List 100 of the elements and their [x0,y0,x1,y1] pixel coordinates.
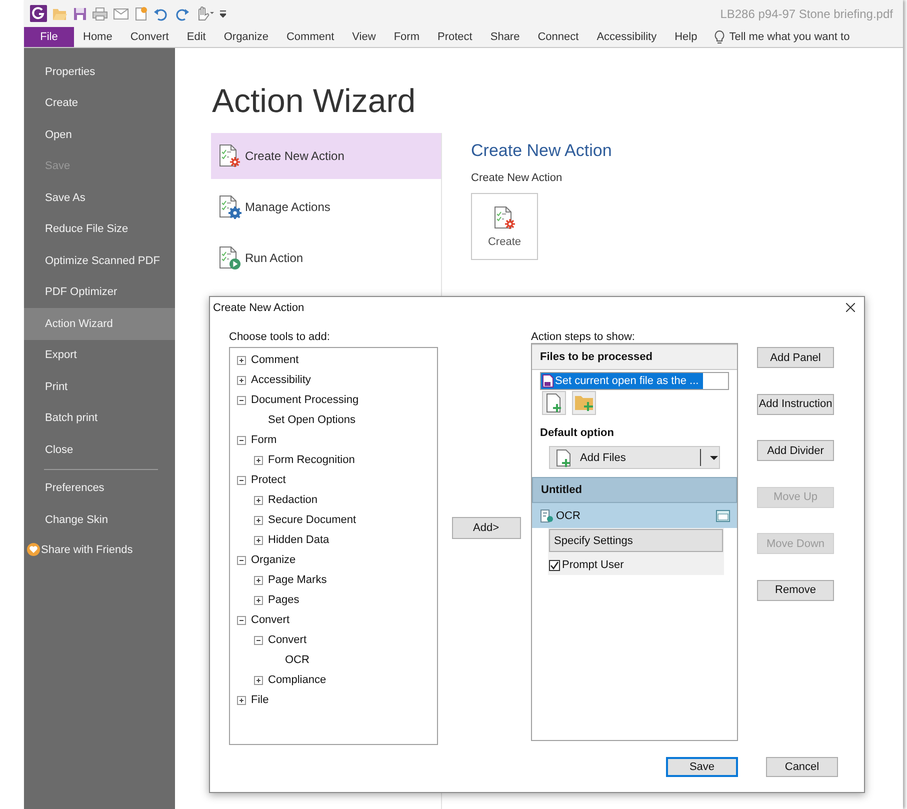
sidebar-item[interactable]: Preferences [24,472,175,504]
checkbox-label: Prompt User [562,559,624,571]
sidebar-item[interactable]: PDF Optimizer [24,276,175,308]
dialog-button[interactable]: Cancel [766,757,838,777]
file-field[interactable]: Set current open file as the ... [540,372,729,390]
sidebar-item[interactable]: Print [24,371,175,402]
search-field[interactable]: Tell me what you want to [729,31,864,43]
expand-icon[interactable] [254,676,263,684]
side-button[interactable]: Remove [757,580,834,600]
menu-tab[interactable]: Accessibility [588,27,666,47]
create-button[interactable]: Create [471,193,538,260]
close-icon [846,303,854,312]
sidebar-item[interactable]: Save As [24,182,175,214]
add-folder-button[interactable] [572,391,596,415]
action-item[interactable]: Manage Actions [211,184,441,230]
sidebar-item[interactable]: Open [24,119,175,150]
new-document-icon[interactable] [134,6,148,21]
tree-item[interactable]: Page Marks [268,574,327,586]
menu-tab[interactable]: Form [384,27,428,47]
panel-header[interactable]: Files to be processed [532,344,737,370]
redo-icon[interactable] [174,6,190,20]
expand-icon[interactable] [254,456,263,464]
tree-item[interactable]: File [251,694,269,706]
undo-icon[interactable] [153,6,169,20]
checkbox[interactable] [549,560,560,570]
menu-tab[interactable]: Protect [428,27,482,47]
sidebar-item[interactable]: Change Skin [24,504,175,536]
tree-item[interactable]: Hidden Data [268,534,330,546]
sidebar-item[interactable]: Close [24,434,175,466]
menu-tab[interactable]: Home [74,27,122,47]
collapse-icon[interactable] [237,616,246,624]
customize-caret-icon[interactable] [220,8,226,18]
collapse-icon[interactable] [237,396,246,404]
app-logo-icon [30,5,47,22]
collapse-icon[interactable] [254,636,263,644]
tree-item[interactable]: Document Processing [251,394,359,406]
add-files-dropdown[interactable]: Add Files [549,446,720,469]
tree-item[interactable]: Comment [251,354,299,366]
heart-icon [27,543,40,556]
expand-icon[interactable] [237,356,246,364]
dialog-button[interactable]: Save [666,757,738,777]
sidebar-item[interactable]: Export [24,340,175,371]
tree-item[interactable]: Redaction [268,494,318,506]
menu-tab[interactable]: Edit [178,27,215,47]
expand-icon[interactable] [254,596,263,604]
tree-item[interactable]: Set Open Options [268,414,356,426]
step-row[interactable]: OCR [532,503,737,528]
menu-tab[interactable]: Comment [277,27,344,47]
folder-plus-icon [574,394,594,412]
envelope-icon[interactable] [113,8,129,20]
menu-tab[interactable]: Connect [528,27,588,47]
tree-item[interactable]: Organize [251,554,296,566]
side-button[interactable]: Add Panel [757,347,834,368]
menu-tab[interactable]: Convert [121,27,178,47]
add-file-button[interactable] [542,391,566,415]
checklist-document-icon [218,144,242,168]
sidebar-item[interactable]: Create [24,88,175,119]
collapse-icon[interactable] [237,436,246,444]
settings-button[interactable]: Specify Settings [549,529,723,552]
sidebar-item[interactable]: Optimize Scanned PDF [24,245,175,276]
expand-icon[interactable] [237,376,246,384]
tree-item[interactable]: Form [251,434,277,446]
side-button[interactable]: Add Divider [757,440,834,461]
collapse-icon[interactable] [237,476,246,484]
print-icon[interactable] [92,6,108,20]
menu-tab[interactable]: Share [481,27,529,47]
tree-item[interactable]: Convert [268,634,307,646]
panel-header[interactable]: Untitled [532,477,737,503]
action-item[interactable]: Create New Action [211,133,441,179]
tree-item[interactable]: OCR [285,654,310,666]
sidebar-item[interactable]: Batch print [24,402,175,434]
side-button[interactable]: Add Instruction [757,394,834,414]
tree-item[interactable]: Compliance [268,674,326,686]
menu-tab[interactable]: View [343,27,385,47]
sidebar-item[interactable]: Reduce File Size [24,214,175,245]
add-button[interactable]: Add> [452,517,520,539]
panel-icon [716,510,730,522]
expand-icon[interactable] [254,516,263,524]
checkmark-icon [550,560,559,570]
menu-tab[interactable]: Organize [214,27,278,47]
tree-item[interactable]: Protect [251,474,286,486]
tree-item[interactable]: Form Recognition [268,454,355,466]
save-icon[interactable] [73,6,87,20]
tree-item[interactable]: Secure Document [268,514,356,526]
sidebar-item[interactable]: Share with Friends [41,544,133,556]
checklist-document-icon [218,195,242,219]
expand-icon[interactable] [254,576,263,584]
action-item[interactable]: Run Action [211,235,441,281]
caret-icon [709,454,719,460]
expand-icon[interactable] [254,496,263,504]
sidebar-item[interactable]: Properties [24,56,175,88]
tree-item[interactable]: Accessibility [251,374,311,386]
collapse-icon[interactable] [237,556,246,564]
menu-tab[interactable]: Help [666,27,706,47]
tree-item[interactable]: Convert [251,614,290,626]
menu-tab[interactable]: File [24,27,74,47]
lightbulb-icon [714,30,726,44]
expand-icon[interactable] [237,696,246,704]
expand-icon[interactable] [254,536,263,544]
tree-item[interactable]: Pages [268,594,300,606]
